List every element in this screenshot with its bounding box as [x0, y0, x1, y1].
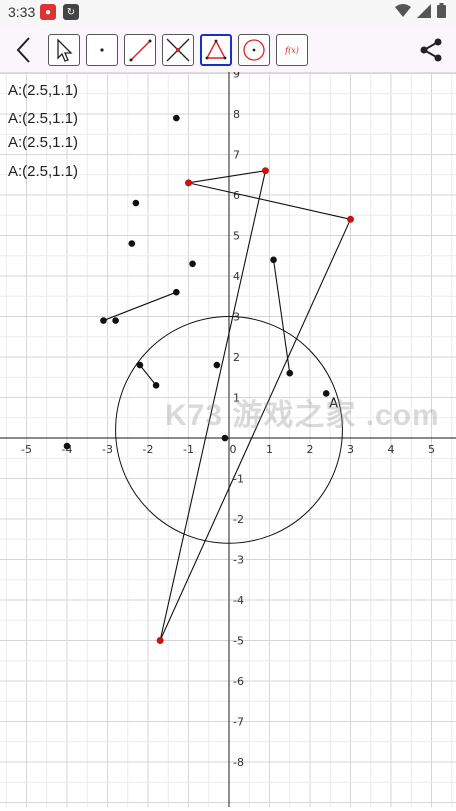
point[interactable]: [136, 361, 144, 369]
point[interactable]: [173, 288, 180, 296]
coordinate-label: A:(2.5,1.1): [8, 163, 79, 180]
x-tick-label: 4: [388, 443, 395, 456]
wifi-icon: [395, 3, 411, 17]
point[interactable]: [100, 317, 107, 324]
x-tick-label: 0: [230, 443, 237, 456]
point[interactable]: [63, 442, 71, 450]
point[interactable]: [189, 260, 196, 268]
segment-icon: [129, 39, 152, 62]
y-tick-label: -8: [233, 756, 244, 769]
x-tick-label: 1: [266, 443, 273, 456]
circle-tool[interactable]: [238, 34, 270, 66]
y-tick-label: 8: [233, 108, 240, 121]
signal-icon: [417, 3, 431, 18]
triangle-icon: [205, 39, 227, 60]
x-tick-label: -5: [21, 443, 32, 456]
segment[interactable]: [188, 170, 266, 184]
segment-tool[interactable]: [124, 34, 156, 66]
circle-icon: [243, 39, 265, 61]
point[interactable]: [173, 114, 180, 122]
y-tick-label: 7: [233, 149, 240, 162]
app-badge-icon: ●: [40, 4, 56, 20]
point[interactable]: [221, 434, 229, 442]
svg-text:f(x): f(x): [284, 46, 299, 55]
x-tick-label: 3: [347, 443, 354, 456]
y-tick-label: 5: [233, 230, 240, 243]
point[interactable]: [132, 199, 140, 207]
x-tick-label: -3: [102, 443, 113, 456]
graph-canvas[interactable]: -5 -4 -3 -2 -1 0 1 2 3 4 5 9 8 7 6 5 4 3 2 1 -1 -2 -3 -4 -5 -6 -7-…: [0, 68, 456, 807]
point[interactable]: [128, 240, 136, 247]
point[interactable]: [213, 361, 221, 369]
function-tool[interactable]: f(x): [276, 34, 308, 66]
toolbar: f(x): [0, 26, 456, 73]
x-tick-label: -2: [143, 443, 154, 456]
x-tick-label: 5: [428, 443, 435, 456]
y-tick-label: 2: [233, 351, 240, 364]
y-tick-label: -3: [233, 554, 244, 567]
vertex-point[interactable]: [347, 215, 354, 223]
polygon-tool[interactable]: [200, 34, 232, 66]
function-icon: f(x): [284, 46, 299, 55]
y-tick-label: -4: [233, 594, 244, 607]
y-tick-label: -7: [233, 716, 244, 729]
y-tick-label: 9: [233, 72, 240, 81]
dot-icon: [100, 48, 104, 52]
cursor-arrow-icon: [57, 38, 73, 62]
vertex-point[interactable]: [261, 167, 269, 175]
point[interactable]: [152, 382, 160, 389]
status-time: 3:33: [8, 4, 36, 20]
point[interactable]: [286, 369, 294, 377]
x-tick-label: -1: [183, 443, 194, 456]
coordinate-plane[interactable]: -5 -4 -3 -2 -1 0 1 2 3 4 5987654321-1-2-3-4-5-6-7-…: [0, 68, 456, 807]
coordinate-label: A:(2.5,1.1): [8, 82, 79, 99]
point[interactable]: [112, 317, 119, 324]
sync-icon: ↻: [63, 4, 79, 20]
coordinate-label: A:(2.5,1.1): [8, 134, 79, 151]
battery-icon: [437, 3, 446, 18]
y-tick-label: -2: [233, 513, 244, 526]
vertex-point[interactable]: [185, 179, 192, 187]
y-tick-label: -5: [233, 635, 244, 648]
y-tick-label: -6: [233, 675, 244, 688]
back-button[interactable]: [12, 36, 38, 64]
share-icon: [420, 38, 442, 62]
coordinate-label: A:(2.5,1.1): [8, 110, 79, 127]
intersection-tool[interactable]: [162, 34, 194, 66]
select-tool[interactable]: [48, 34, 80, 66]
share-button[interactable]: [418, 36, 444, 64]
intersect-lines-icon: [166, 38, 190, 62]
point-tool[interactable]: [86, 34, 118, 66]
watermark-logo: K73 游戏之家 .com: [165, 399, 440, 432]
status-bar: 3:33 ● ↻: [0, 0, 456, 26]
point[interactable]: [270, 256, 277, 264]
chevron-left-icon: [16, 37, 30, 63]
vertex-point[interactable]: [156, 637, 164, 644]
y-tick-label: 6: [233, 189, 240, 202]
y-tick-label: 4: [233, 270, 240, 283]
x-tick-label: 2: [307, 443, 314, 456]
